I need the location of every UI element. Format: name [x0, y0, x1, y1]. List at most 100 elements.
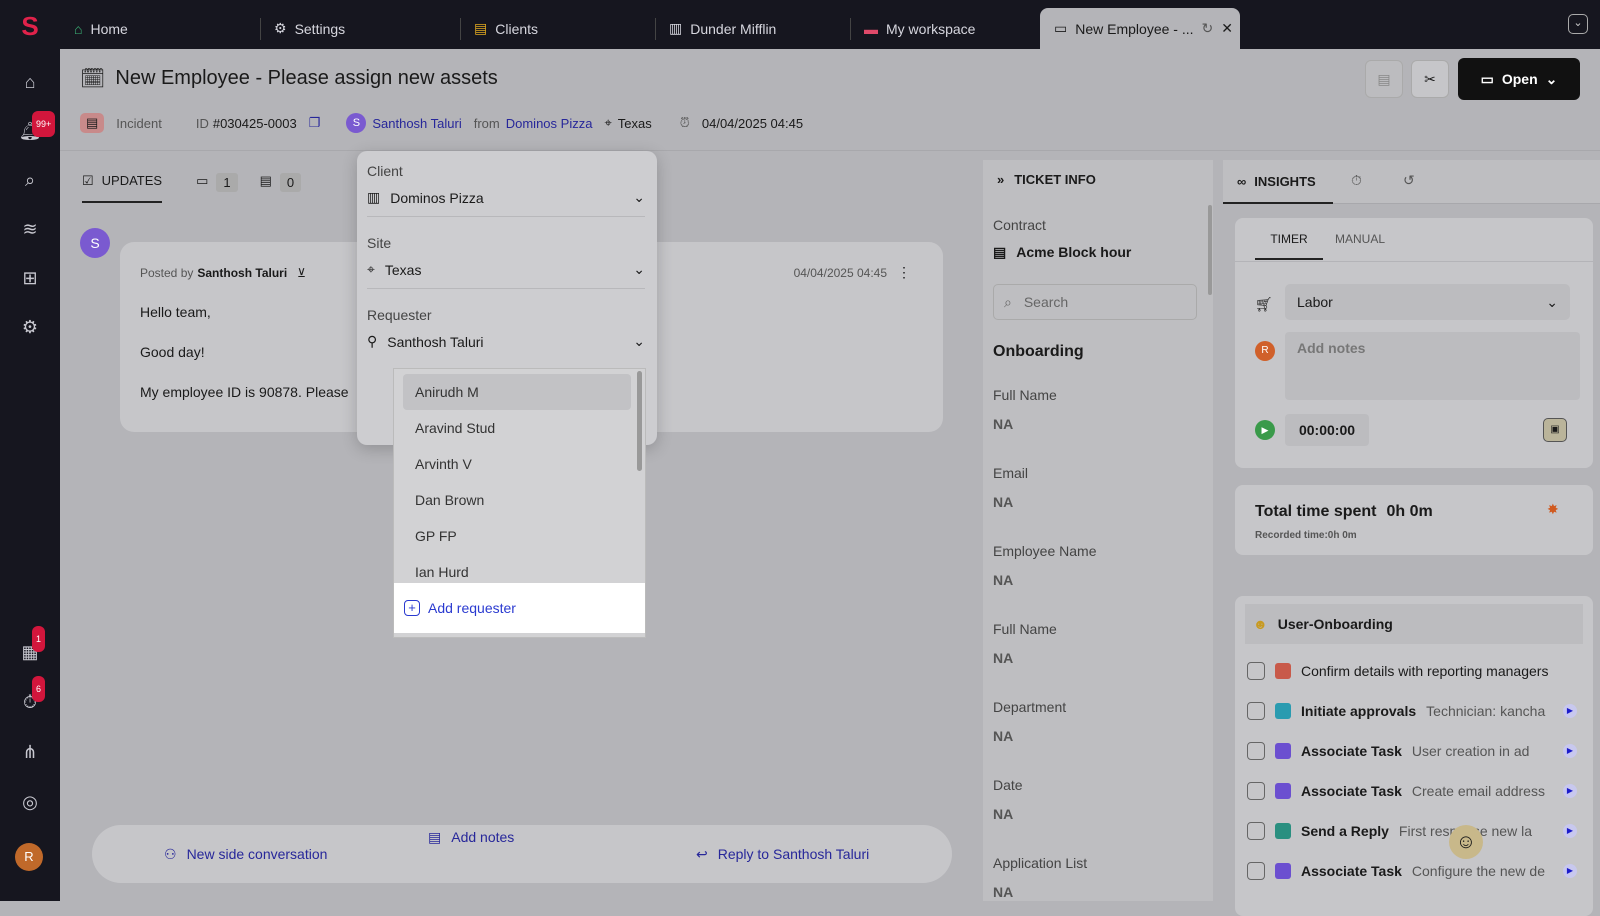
tab-settings[interactable]: ⚙ Settings [260, 8, 345, 49]
checklist-card: ☻ User-Onboarding Confirm details with re… [1235, 596, 1593, 916]
field-value: NA [993, 416, 1014, 432]
checkbox[interactable] [1247, 742, 1265, 760]
ticket-icon: ▭ [1054, 20, 1068, 36]
dropdown-option[interactable]: GP FP [403, 518, 631, 554]
tab-notes[interactable]: ▤ 0 [260, 172, 302, 192]
client-select[interactable]: ▥ Dominos Pizza ⌄ [367, 189, 645, 217]
search-input[interactable]: ⌕ Search [993, 284, 1197, 320]
requester-avatar: S [346, 113, 367, 133]
run-task-icon[interactable]: ▶ [1563, 784, 1577, 798]
status-button[interactable]: ▭ Open ⌄ [1458, 58, 1580, 100]
history-icon[interactable]: ↺ [1403, 172, 1415, 189]
id-label: ID [195, 115, 209, 131]
tab-new-employee[interactable]: ▭ New Employee - ... ↻ ✕ [1040, 8, 1240, 49]
comment-icon: ▭ [196, 172, 209, 188]
add-notes-button[interactable]: ▤ Add notes [428, 829, 514, 846]
tab-my-workspace[interactable]: ▬ My workspace [850, 8, 975, 49]
task-detail: User creation in ad [1411, 743, 1530, 759]
refresh-icon[interactable]: ↻ [1202, 20, 1214, 37]
dropdown-option[interactable]: Arvinth V [403, 446, 631, 482]
dropdown-option[interactable]: Aravind Stud [403, 410, 631, 446]
field-label: Date [993, 777, 1023, 793]
gear-icon: ⚙ [274, 20, 287, 36]
run-task-icon[interactable]: ▶ [1563, 864, 1577, 878]
client-link[interactable]: Dominos Pizza [506, 116, 593, 131]
action-bar: ⚇ New side conversation ▤ Add notes ↩ Reply… [92, 825, 952, 883]
more-icon[interactable]: ⋮ [897, 264, 911, 281]
tab-dunder-mifflin[interactable]: ▥ Dunder Mifflin [655, 8, 776, 49]
timer-badge: 6 [32, 676, 46, 702]
field-label: Employee Name [993, 543, 1097, 559]
tab-home[interactable]: ⌂ Home [60, 8, 128, 49]
tab-clients[interactable]: ▤ Clients [460, 8, 538, 49]
checkbox[interactable] [1247, 782, 1265, 800]
activity-icon: ☑ [82, 173, 94, 188]
checklist-header: ☻ User-Onboarding [1245, 604, 1583, 644]
requester-input[interactable]: ⚲ Santhosh Taluri ⌄ [367, 333, 645, 350]
site-select[interactable]: ⌖ Texas ⌄ [367, 261, 645, 289]
tab-timer[interactable]: TIMER [1255, 218, 1323, 260]
tab-insights[interactable]: ∞ INSIGHTS [1223, 160, 1333, 204]
checkbox[interactable] [1247, 822, 1265, 840]
bell-icon[interactable]: 🔔︎ 99+ [18, 111, 56, 143]
run-task-icon[interactable]: ▶ [1563, 824, 1577, 838]
logo-icon[interactable]: S [18, 13, 42, 39]
tab-label: Dunder Mifflin [690, 20, 777, 37]
run-task-icon[interactable]: ▶ [1563, 744, 1577, 758]
scrollbar[interactable] [1208, 205, 1212, 295]
task-type-icon [1275, 823, 1291, 839]
gear-icon[interactable]: ⚙ [18, 315, 42, 339]
notes-textarea[interactable]: Add notes [1285, 332, 1580, 400]
dropdown-option[interactable]: Dan Brown [403, 482, 631, 518]
button-label: Add requester [428, 600, 516, 616]
tab-manual[interactable]: MANUAL [1335, 232, 1385, 246]
home-icon[interactable]: ⌂ [18, 70, 42, 94]
task-detail: Configure the new de [1411, 863, 1545, 879]
stopwatch-icon[interactable]: ⏱ [1351, 172, 1362, 189]
user-icon: ⚲ [367, 333, 378, 349]
checkbox[interactable] [1247, 862, 1265, 880]
compass-icon[interactable]: ◎ [18, 790, 42, 814]
chevron-down-icon[interactable]: ⌄ [1568, 14, 1588, 34]
tab-label: New Employee - ... [1075, 20, 1194, 37]
requester-link[interactable]: Santhosh Taluri [372, 116, 461, 131]
tools-icon: ✂ [1424, 70, 1436, 87]
tab-updates[interactable]: ☑ UPDATES [82, 161, 163, 203]
close-icon[interactable]: ✕ [1221, 20, 1233, 37]
assistant-bot-icon[interactable]: ☺ [1449, 825, 1483, 859]
copy-icon[interactable]: ❐ [309, 115, 321, 131]
new-side-conversation-button[interactable]: ⚇ New side conversation [164, 846, 327, 863]
expand-icon[interactable]: ⊻ [297, 266, 306, 280]
notes-count: 0 [279, 172, 302, 192]
contract-value: Acme Block hour [1016, 244, 1132, 260]
created-date: 04/04/2025 04:45 [701, 115, 804, 131]
layers-icon[interactable]: ≋ [18, 217, 42, 241]
dropdown-option[interactable]: Anirudh M [403, 374, 631, 410]
document-button[interactable]: ▤ [1365, 60, 1403, 98]
network-icon[interactable]: ⋔ [18, 740, 42, 764]
play-button[interactable]: ▶ [1255, 420, 1275, 440]
billing-icon[interactable]: ▣ [1543, 418, 1567, 442]
user-avatar: R [1255, 341, 1275, 361]
checklist-item: Associate Task Create email address ▶ [1247, 782, 1577, 800]
calendar-icon[interactable]: ▦ 1 [18, 626, 46, 664]
tools-button[interactable]: ✂ [1411, 60, 1449, 98]
requester-label: Requester [367, 307, 432, 323]
checkbox[interactable] [1247, 702, 1265, 720]
add-requester-button[interactable]: + Add requester [394, 583, 645, 633]
tab-comments[interactable]: ▭ 1 [196, 172, 238, 192]
calendar-icon: 🗓︎ [80, 68, 106, 90]
checkbox[interactable] [1247, 662, 1265, 680]
scrollbar[interactable] [637, 371, 642, 471]
reply-button[interactable]: ↩ Reply to Santhosh Taluri [696, 846, 869, 863]
add-icon[interactable]: ⊞ [18, 266, 42, 290]
checklist-item: Initiate approvals Technician: kancha ▶ [1247, 702, 1577, 720]
comments-count: 1 [216, 172, 238, 192]
tab-label: Settings [294, 20, 346, 37]
timer-icon[interactable]: ⏱ 6 [18, 676, 46, 714]
work-type-select[interactable]: Labor ⌄ [1285, 284, 1570, 320]
post-time: 04/04/2025 04:45 [793, 266, 887, 280]
search-icon[interactable]: ⌕ [18, 168, 42, 192]
avatar[interactable]: R [15, 843, 43, 871]
run-task-icon[interactable]: ▶ [1563, 704, 1577, 718]
